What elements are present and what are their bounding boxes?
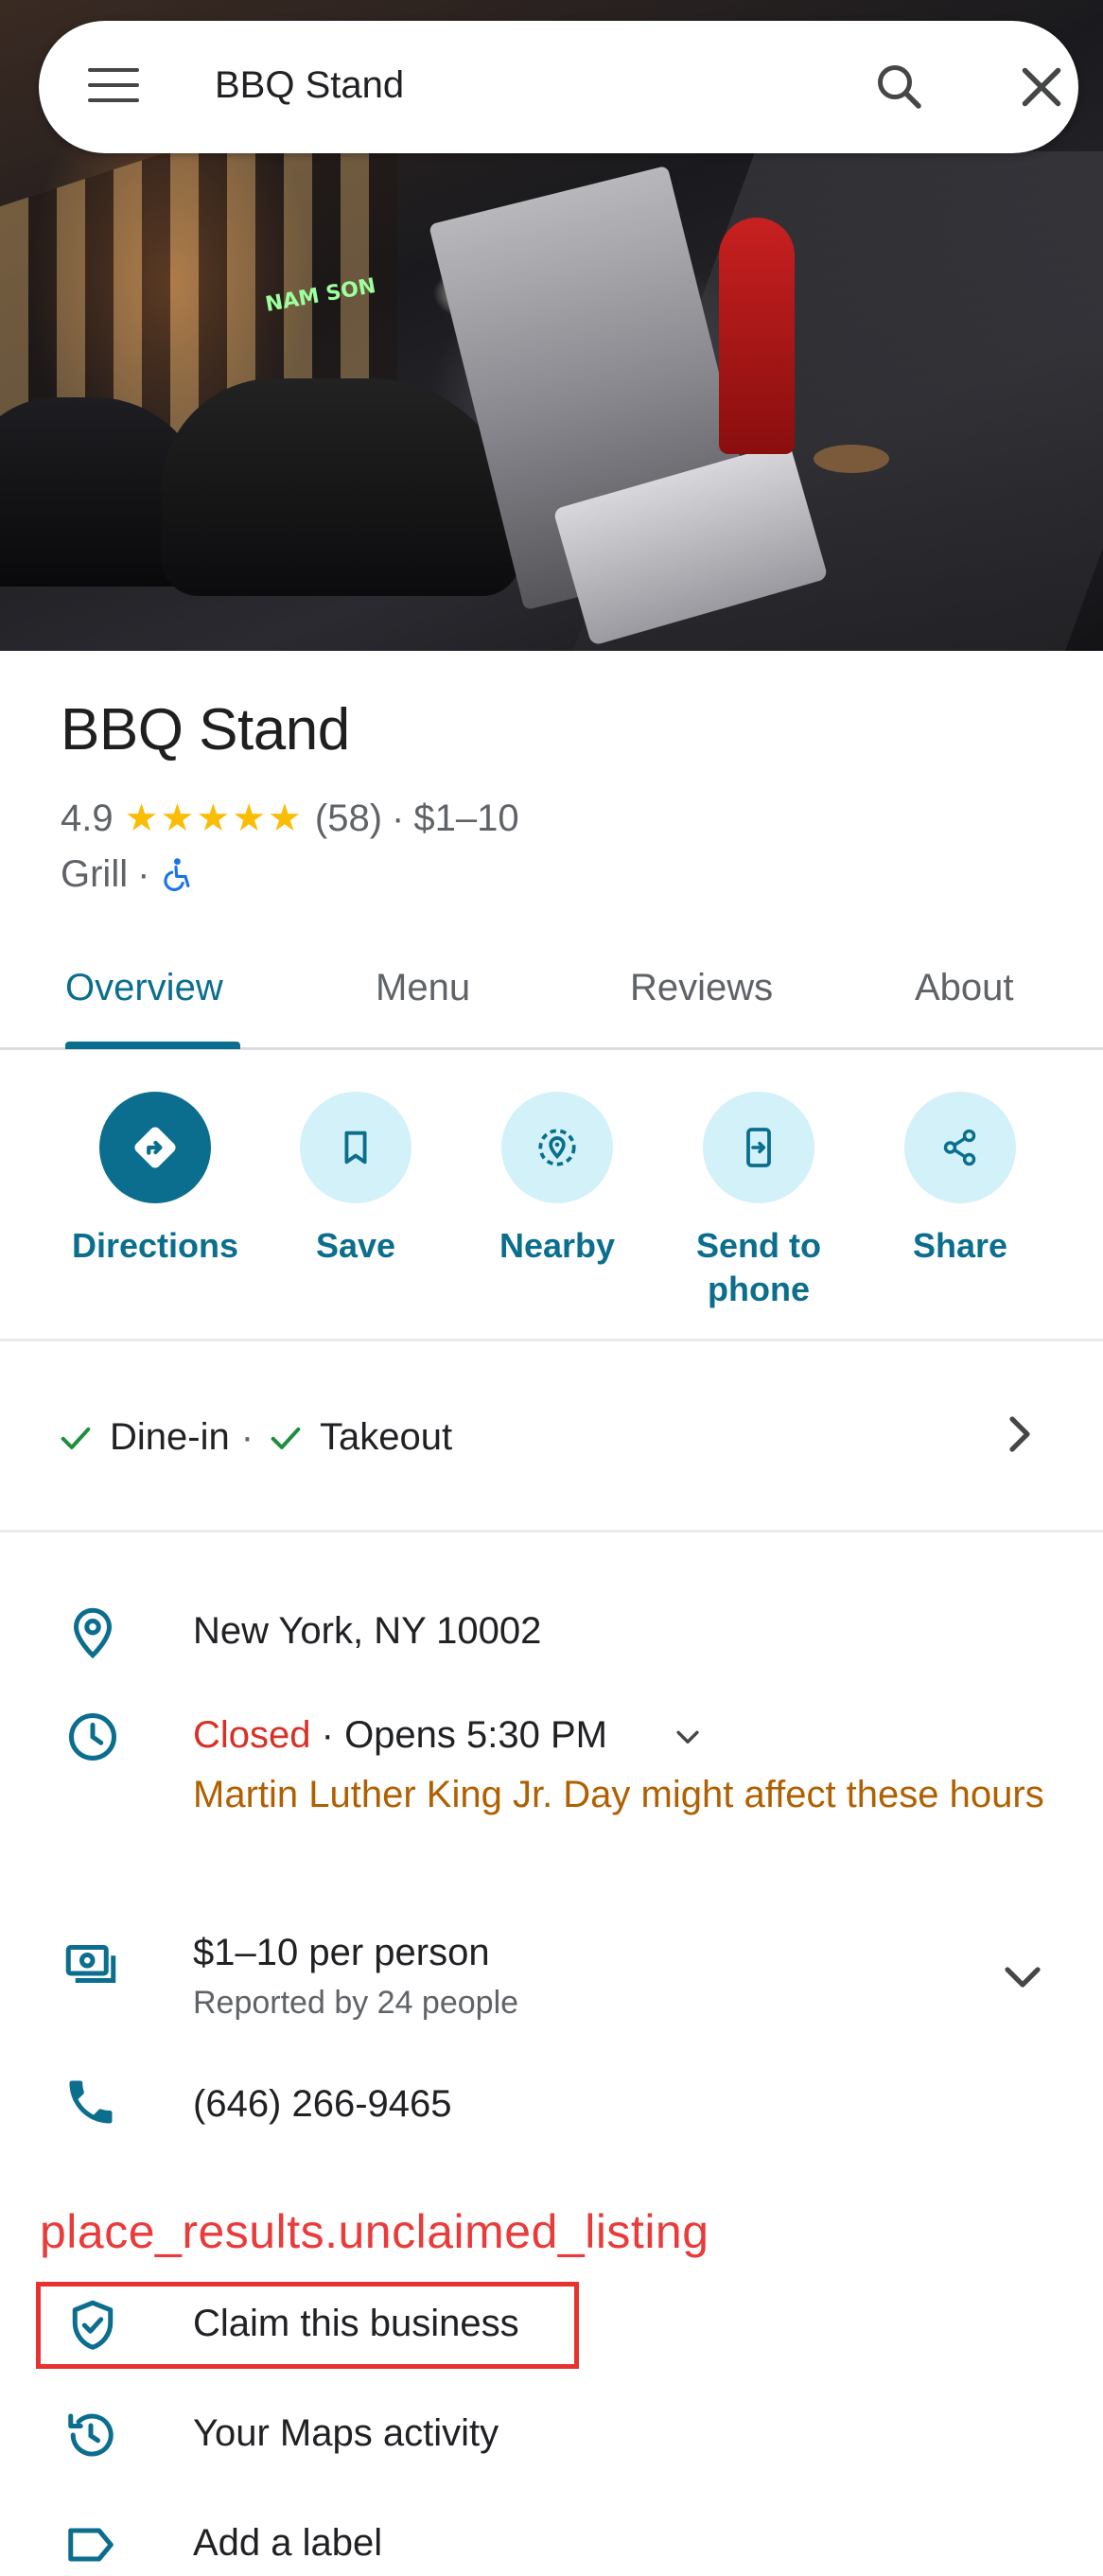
hours-status: Closed · Opens 5:30 PM: [193, 1714, 607, 1757]
separator: ·: [137, 853, 150, 895]
amenity-takeout: Takeout: [320, 1416, 453, 1458]
chevron-down-icon[interactable]: [999, 1960, 1046, 1998]
phone-number[interactable]: (646) 266-9465: [193, 2083, 452, 2126]
closed-status: Closed: [193, 1714, 311, 1756]
price-icon: [65, 1945, 116, 1983]
active-tab-indicator: [65, 1042, 240, 1049]
tab-about[interactable]: About: [915, 967, 1014, 1009]
check-icon: [61, 1427, 91, 1449]
close-icon[interactable]: [1013, 59, 1070, 115]
separator: ·: [240, 1416, 254, 1458]
search-query[interactable]: BBQ Stand: [215, 64, 404, 107]
phone-icon: [69, 2080, 113, 2124]
star-rating-icon: ★★★★★: [124, 797, 304, 839]
claim-business-row[interactable]: [0, 2286, 1103, 2365]
place-category[interactable]: Grill: [61, 853, 128, 896]
place-title: BBQ Stand: [61, 697, 350, 762]
chevron-right-icon[interactable]: [1001, 1411, 1039, 1458]
review-count[interactable]: (58): [315, 797, 382, 840]
clock-icon: [69, 1713, 116, 1761]
shield-check-icon: [72, 2300, 114, 2350]
history-icon: [68, 2413, 114, 2457]
stool: [814, 445, 889, 473]
annotation-label: place_results.unclaimed_listing: [40, 2205, 709, 2258]
rating-line: 4.9 ★★★★★ (58) · $1–10: [61, 797, 519, 840]
price-reported-by: Reported by 24 people: [193, 1985, 519, 2021]
claim-business-text[interactable]: Claim this business: [193, 2303, 519, 2345]
tab-reviews[interactable]: Reviews: [630, 967, 773, 1009]
category-line: Grill ·: [61, 853, 193, 896]
chevron-down-icon[interactable]: [672, 1724, 704, 1752]
price-level: $1–10: [413, 797, 519, 839]
label-icon: [68, 2528, 114, 2562]
opens-time: · Opens 5:30 PM: [310, 1714, 607, 1756]
address-row[interactable]: [0, 1589, 1103, 1674]
amenity-dine-in: Dine-in: [110, 1416, 230, 1458]
share-label: Share: [912, 1226, 1008, 1265]
directions-icon: [134, 1127, 176, 1168]
search-icon[interactable]: [871, 59, 928, 115]
tab-menu[interactable]: Menu: [376, 967, 470, 1009]
wheelchair-accessible-icon: [164, 857, 190, 891]
parked-car: [161, 378, 520, 596]
amenities-row: Dine-in · Takeout: [55, 1416, 452, 1459]
place-tabs: Overview Menu Reviews About: [0, 946, 1103, 1050]
send-to-phone-label: Send to phone: [696, 1226, 821, 1308]
directions-button[interactable]: Directions: [55, 1092, 255, 1268]
search-bar[interactable]: BBQ Stand: [39, 21, 1078, 153]
maps-activity-row[interactable]: [0, 2393, 1103, 2469]
nearby-button[interactable]: Nearby: [457, 1092, 657, 1268]
save-button[interactable]: Save: [255, 1092, 456, 1268]
action-buttons: Directions Save Nearby Send to phone Sha…: [0, 1052, 1103, 1341]
vendor-figure: [719, 218, 795, 454]
add-label-row[interactable]: [0, 2503, 1103, 2576]
share-icon: [943, 1129, 976, 1166]
nearby-icon: [538, 1129, 576, 1166]
price-per-person: $1–10 per person: [193, 1932, 490, 1973]
menu-icon[interactable]: [88, 68, 139, 106]
share-button[interactable]: Share: [860, 1092, 1060, 1268]
phone-row[interactable]: [0, 2062, 1103, 2147]
save-label: Save: [315, 1226, 396, 1265]
amenities-section[interactable]: Dine-in · Takeout: [0, 1344, 1103, 1533]
holiday-hours-warning: Martin Luther King Jr. Day might affect …: [193, 1774, 1044, 1815]
nearby-label: Nearby: [499, 1226, 616, 1265]
bookmark-icon: [344, 1130, 367, 1165]
separator: ·: [392, 797, 405, 839]
maps-activity-text[interactable]: Your Maps activity: [193, 2412, 499, 2455]
directions-label: Directions: [71, 1226, 239, 1265]
location-pin-icon: [73, 1607, 113, 1659]
address-text: New York, NY 10002: [193, 1610, 542, 1652]
add-label-text[interactable]: Add a label: [193, 2522, 382, 2565]
rating-value: 4.9: [61, 797, 114, 839]
send-to-phone-button[interactable]: Send to phone: [658, 1092, 859, 1311]
price-row[interactable]: [0, 1920, 1103, 2024]
check-icon: [271, 1427, 301, 1449]
tab-overview[interactable]: Overview: [65, 967, 223, 1009]
send-to-phone-icon: [746, 1128, 771, 1167]
